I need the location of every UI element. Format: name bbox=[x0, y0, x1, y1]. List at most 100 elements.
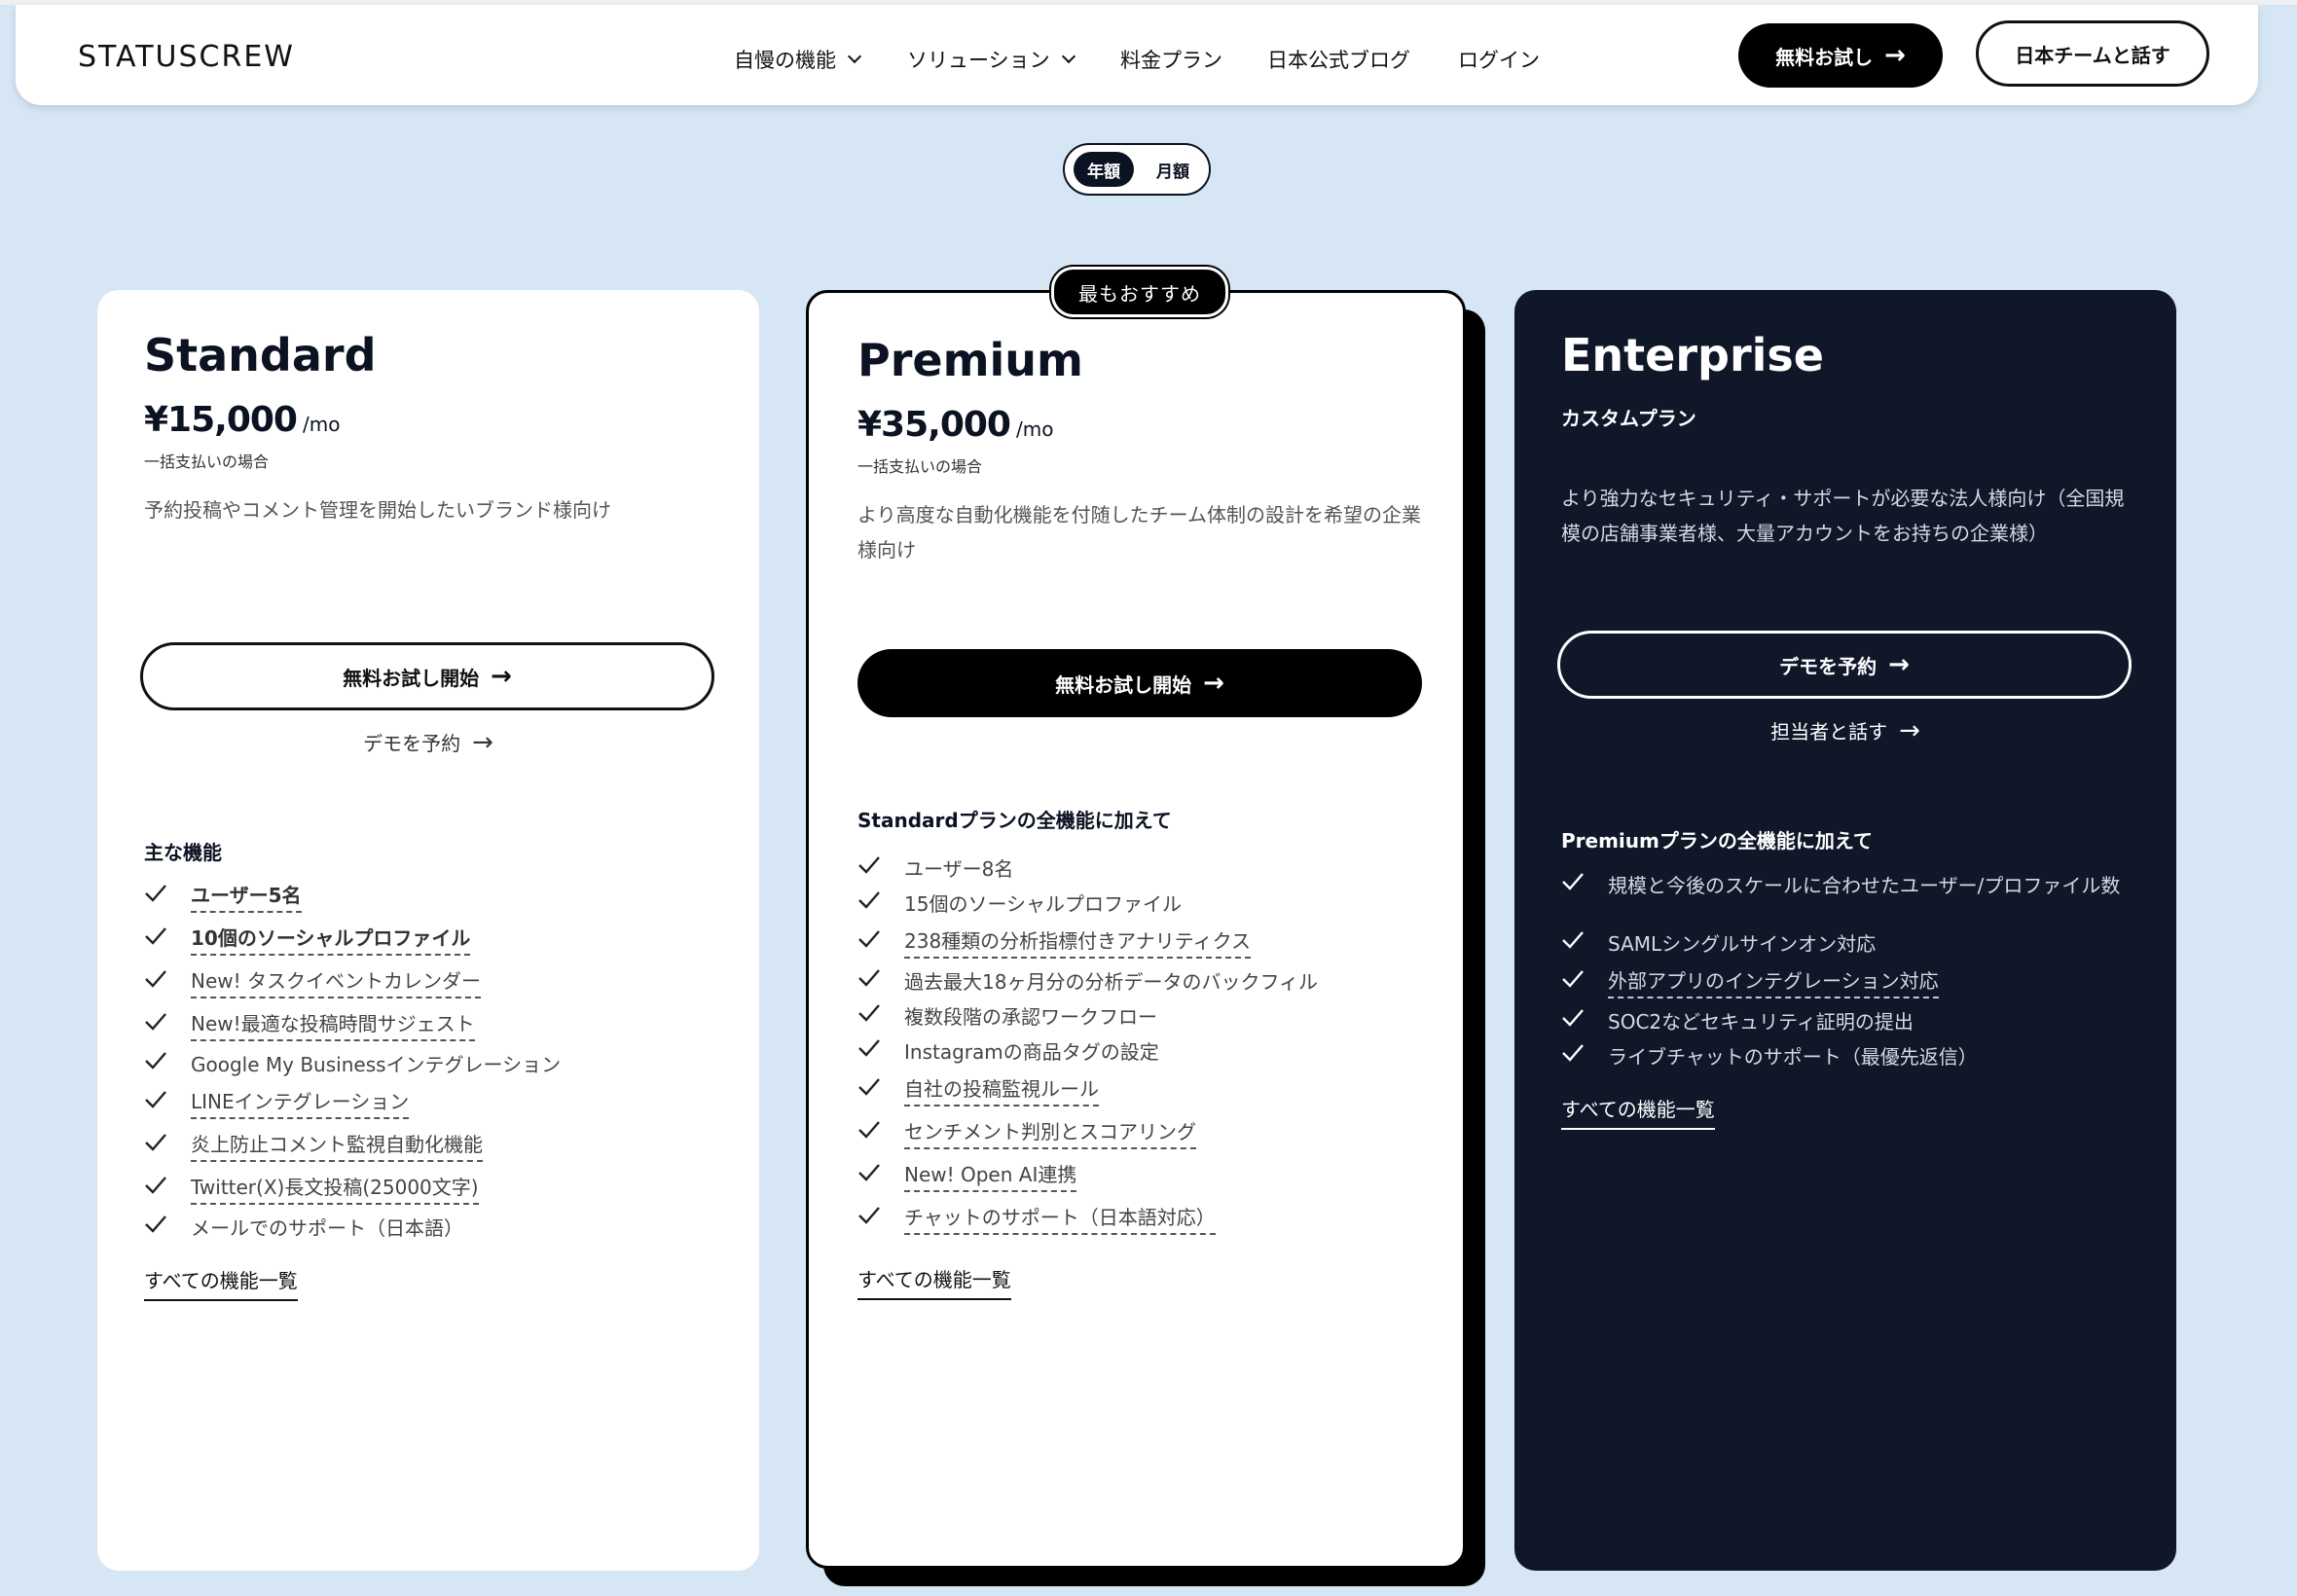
check-icon bbox=[858, 969, 880, 987]
check-icon bbox=[145, 1091, 166, 1108]
nav-login[interactable]: ログイン bbox=[1458, 45, 1540, 74]
plan-name: Standard bbox=[144, 329, 377, 381]
check-icon bbox=[1562, 1044, 1584, 1062]
feature-item: ライブチャットのサポート（最優先返信） bbox=[1561, 1039, 2135, 1074]
talk-to-rep-link[interactable]: 担当者と話す → bbox=[1514, 716, 2176, 744]
arrow-right-icon: → bbox=[1899, 715, 1920, 745]
feature-item: チャットのサポート（日本語対応） bbox=[857, 1202, 1432, 1235]
talk-to-rep-label: 担当者と話す bbox=[1770, 720, 1888, 744]
feature-text[interactable]: 炎上防止コメント監視自動化機能 bbox=[191, 1129, 483, 1162]
feature-item: 規模と今後のスケールに合わせたユーザー/プロファイル数 bbox=[1561, 868, 2135, 903]
check-icon bbox=[858, 1121, 880, 1139]
toggle-monthly[interactable]: 月額 bbox=[1143, 152, 1203, 187]
recommended-badge: 最もおすすめ bbox=[1051, 267, 1228, 317]
price-period: /mo bbox=[302, 413, 341, 436]
statuscrew-logo[interactable]: STATUSCREW bbox=[78, 40, 295, 74]
nav-features[interactable]: 自慢の機能 bbox=[734, 45, 862, 74]
nav-features-label: 自慢の機能 bbox=[734, 49, 836, 72]
check-icon bbox=[145, 927, 166, 945]
feature-text[interactable]: 238種類の分析指標付きアナリティクス bbox=[904, 925, 1251, 959]
book-demo-label: デモを予約 bbox=[1779, 654, 1878, 678]
free-trial-button[interactable]: 無料お試し → bbox=[1738, 23, 1943, 88]
check-icon bbox=[1562, 970, 1584, 988]
book-demo-label: デモを予約 bbox=[363, 732, 461, 755]
price-amount: ¥15,000 bbox=[144, 400, 298, 440]
toggle-annual[interactable]: 年額 bbox=[1074, 152, 1134, 187]
nav-blog[interactable]: 日本公式ブログ bbox=[1267, 45, 1410, 74]
feature-text: ライブチャットのサポート（最優先返信） bbox=[1608, 1045, 1978, 1069]
feature-item: 10個のソーシャルプロファイル bbox=[144, 923, 718, 956]
billing-toggle: 年額 月額 bbox=[1063, 143, 1211, 196]
all-features-link[interactable]: すべての機能一覧 bbox=[144, 1265, 298, 1301]
check-icon bbox=[145, 1177, 166, 1194]
arrow-right-icon: → bbox=[1884, 41, 1906, 70]
feature-text[interactable]: LINEインテグレーション bbox=[191, 1086, 410, 1119]
plan-card-premium: Premium ¥35,000/mo 一括支払いの場合 より高度な自動化機能を付… bbox=[806, 290, 1466, 1569]
all-features-link[interactable]: すべての機能一覧 bbox=[857, 1264, 1011, 1300]
all-features-link[interactable]: すべての機能一覧 bbox=[1561, 1094, 1715, 1130]
feature-item: Instagramの商品タグの設定 bbox=[857, 1034, 1432, 1070]
start-trial-label: 無料お試し開始 bbox=[343, 666, 480, 690]
book-demo-link[interactable]: デモを予約 → bbox=[97, 728, 759, 756]
billing-note: 一括支払いの場合 bbox=[144, 453, 270, 471]
check-icon bbox=[858, 1078, 880, 1096]
nav-pricing[interactable]: 料金プラン bbox=[1120, 45, 1222, 74]
talk-to-team-button[interactable]: 日本チームと話す bbox=[1976, 20, 2209, 87]
feature-text[interactable]: New! Open AI連携 bbox=[904, 1159, 1077, 1192]
features-heading: Standardプランの全機能に加えて bbox=[857, 809, 1172, 832]
free-trial-label: 無料お試し bbox=[1775, 45, 1874, 69]
feature-text[interactable]: 10個のソーシャルプロファイル bbox=[191, 923, 471, 956]
nav-login-label: ログイン bbox=[1458, 49, 1540, 72]
feature-text[interactable]: 外部アプリのインテグレーション対応 bbox=[1608, 965, 1939, 998]
check-icon bbox=[858, 1164, 880, 1181]
price-amount: ¥35,000 bbox=[857, 405, 1011, 445]
check-icon bbox=[858, 891, 880, 909]
feature-item: 炎上防止コメント監視自動化機能 bbox=[144, 1129, 718, 1162]
feature-text: Instagramの商品タグの設定 bbox=[904, 1040, 1159, 1064]
plan-description: 予約投稿やコメント管理を開始したいブランド様向け bbox=[144, 498, 611, 522]
feature-text[interactable]: Twitter(X)長文投稿(25000文字) bbox=[191, 1172, 479, 1205]
feature-text[interactable]: New! タスクイベントカレンダー bbox=[191, 965, 481, 998]
check-icon bbox=[858, 1039, 880, 1057]
plan-description: より高度な自動化機能を付随したチーム体制の設計を希望の企業様向け bbox=[857, 503, 1421, 562]
feature-item: New! タスクイベントカレンダー bbox=[144, 965, 718, 998]
start-trial-button[interactable]: 無料お試し開始 → bbox=[857, 649, 1422, 717]
feature-text[interactable]: ユーザー5名 bbox=[191, 880, 302, 913]
feature-text[interactable]: チャットのサポート（日本語対応） bbox=[904, 1202, 1216, 1235]
feature-item: SOC2などセキュリティ証明の提出 bbox=[1561, 1004, 2135, 1039]
feature-text[interactable]: センチメント判別とスコアリング bbox=[904, 1116, 1196, 1149]
check-icon bbox=[145, 1215, 166, 1233]
arrow-right-icon: → bbox=[1203, 669, 1224, 698]
feature-text[interactable]: 自社の投稿監視ルール bbox=[904, 1073, 1099, 1106]
feature-text: 15個のソーシャルプロファイル bbox=[904, 892, 1183, 916]
nav-pricing-label: 料金プラン bbox=[1120, 49, 1222, 72]
check-icon bbox=[145, 1013, 166, 1031]
feature-item: ユーザー8名 bbox=[857, 852, 1432, 887]
price-period: /mo bbox=[1015, 417, 1054, 441]
plan-price: ¥35,000/mo bbox=[857, 405, 1053, 445]
book-demo-button[interactable]: デモを予約 → bbox=[1557, 631, 2132, 699]
check-icon bbox=[858, 930, 880, 948]
feature-item: ユーザー5名 bbox=[144, 880, 718, 913]
check-icon bbox=[858, 1207, 880, 1224]
nav-solutions[interactable]: ソリューション bbox=[907, 45, 1076, 74]
start-trial-label: 無料お試し開始 bbox=[1055, 672, 1192, 697]
feature-item: センチメント判別とスコアリング bbox=[857, 1116, 1432, 1149]
feature-item: Twitter(X)長文投稿(25000文字) bbox=[144, 1172, 718, 1205]
feature-item: 238種類の分析指標付きアナリティクス bbox=[857, 925, 1432, 959]
nav-solutions-label: ソリューション bbox=[907, 49, 1050, 72]
arrow-right-icon: → bbox=[472, 727, 493, 757]
feature-item: 過去最大18ヶ月分の分析データのバックフィル bbox=[857, 964, 1432, 999]
talk-to-team-label: 日本チームと話す bbox=[2015, 43, 2170, 67]
feature-text: Google My Businessインテグレーション bbox=[191, 1053, 562, 1076]
start-trial-button[interactable]: 無料お試し開始 → bbox=[140, 642, 714, 710]
plan-card-enterprise: Enterprise カスタムプラン より強力なセキュリティ・サポートが必要な法… bbox=[1514, 290, 2176, 1571]
check-icon bbox=[145, 1134, 166, 1151]
check-icon bbox=[1562, 873, 1584, 890]
feature-text: SAMLシングルサインオン対応 bbox=[1608, 932, 1877, 956]
feature-text[interactable]: New!最適な投稿時間サジェスト bbox=[191, 1008, 475, 1041]
feature-item: 外部アプリのインテグレーション対応 bbox=[1561, 965, 2135, 998]
feature-item: 15個のソーシャルプロファイル bbox=[857, 887, 1432, 922]
feature-item: New!最適な投稿時間サジェスト bbox=[144, 1008, 718, 1041]
feature-item: LINEインテグレーション bbox=[144, 1086, 718, 1119]
